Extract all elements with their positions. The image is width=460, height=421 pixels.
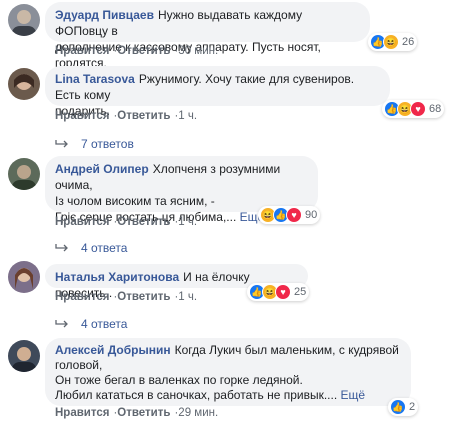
comment-text-line: Когда Лукич был маленьким, с кудрявой — [174, 343, 399, 357]
avatar-photo-icon — [12, 10, 36, 36]
reply-button[interactable]: Ответить — [117, 216, 170, 228]
comment-author[interactable]: Lina Tarasova — [55, 72, 135, 86]
reply-button[interactable]: Ответить — [117, 110, 170, 122]
love-reaction-icon: ♥ — [275, 284, 291, 300]
replies-count[interactable]: 7 ответов — [81, 137, 134, 151]
see-more-link[interactable]: Ещё — [341, 388, 366, 402]
comment-bubble: Алексей Добрынин Когда Лукич был маленьки… — [45, 338, 411, 406]
like-button[interactable]: Нравится — [55, 407, 109, 419]
reply-button[interactable]: Ответить — [117, 291, 170, 303]
avatar-photo-icon — [12, 165, 36, 190]
comment-actions: Нравится ·Ответить ·30 мин. — [55, 45, 219, 57]
comment-time[interactable]: 30 мин. — [178, 45, 218, 57]
comment-text-line: Із чолом високим та ясним, - — [55, 194, 215, 208]
reaction-count: 26 — [402, 36, 415, 48]
comment-text-line: головой, — [55, 358, 103, 372]
love-reaction-icon: ♥ — [286, 207, 302, 223]
love-reaction-icon: ♥ — [410, 101, 426, 117]
comment-author[interactable]: Андрей Олипер — [55, 162, 149, 176]
reactions-summary[interactable]: 👍 2 — [388, 398, 419, 416]
avatar-photo-icon — [15, 268, 33, 289]
view-replies-link[interactable]: 4 ответа — [55, 317, 127, 331]
comment-time[interactable]: 1 ч. — [178, 110, 197, 122]
reaction-count: 25 — [294, 286, 307, 298]
like-reaction-icon: 👍 — [390, 399, 406, 415]
reply-button[interactable]: Ответить — [117, 407, 170, 419]
avatar[interactable] — [8, 340, 40, 372]
comment-author[interactable]: Алексей Добрынин — [55, 343, 171, 357]
comment-actions: Нравится ·Ответить ·1 ч. — [55, 216, 198, 228]
comment-actions: Нравится ·Ответить ·1 ч. — [55, 291, 198, 303]
avatar-photo-icon — [12, 347, 36, 372]
avatar[interactable] — [8, 158, 40, 190]
like-button[interactable]: Нравится — [55, 45, 109, 57]
comment-bubble: Эдуард Пивцаев Нужно выдавать каждому ФОП… — [45, 2, 370, 70]
reaction-count: 90 — [305, 209, 318, 221]
comment-bubble: Андрей Олипер Хлопченя з розумними очима,… — [45, 156, 318, 224]
view-replies-link[interactable]: 4 ответа — [55, 241, 127, 255]
reply-button[interactable]: Ответить — [117, 45, 170, 57]
reaction-count: 68 — [429, 103, 442, 115]
comment-text-line: Любил кататься в саночках, работать не п… — [55, 388, 338, 402]
avatar[interactable] — [8, 68, 40, 100]
comment-time[interactable]: 29 мин. — [178, 407, 218, 419]
comment-bubble: Lina Tarasova Ржунимогу. Хочу такие для с… — [45, 66, 390, 118]
like-button[interactable]: Нравится — [55, 291, 109, 303]
comment-time[interactable]: 1 ч. — [178, 216, 197, 228]
reaction-count: 2 — [409, 401, 416, 413]
haha-reaction-icon: 😆 — [383, 34, 399, 50]
comment-text-line: Он тоже бегал в валенках по горке ледяно… — [55, 373, 303, 387]
comment-actions: Нравится ·Ответить ·29 мин. — [55, 407, 219, 419]
like-button[interactable]: Нравится — [55, 110, 109, 122]
replies-count[interactable]: 4 ответа — [81, 241, 127, 255]
comment-actions: Нравится ·Ответить ·1 ч. — [55, 110, 198, 122]
comment-time[interactable]: 1 ч. — [178, 291, 197, 303]
reactions-summary[interactable]: 😆 👍 ♥ 90 — [258, 206, 321, 224]
avatar-photo-icon — [14, 74, 34, 90]
avatar[interactable] — [8, 261, 40, 293]
reply-arrow-icon — [55, 320, 68, 328]
reactions-summary[interactable]: 👍 😆 ♥ 68 — [382, 100, 445, 118]
reactions-summary[interactable]: 👍 😆 26 — [368, 33, 418, 51]
reply-arrow-icon — [55, 140, 68, 148]
reply-arrow-icon — [55, 244, 68, 252]
view-replies-link[interactable]: 7 ответов — [55, 137, 134, 151]
replies-count[interactable]: 4 ответа — [81, 317, 127, 331]
reactions-summary[interactable]: 👍 😆 ♥ 25 — [247, 283, 310, 301]
avatar[interactable] — [8, 4, 40, 36]
comment-author[interactable]: Наталья Харитонова — [55, 270, 179, 284]
comment-author[interactable]: Эдуард Пивцаев — [55, 8, 154, 22]
like-button[interactable]: Нравится — [55, 216, 109, 228]
